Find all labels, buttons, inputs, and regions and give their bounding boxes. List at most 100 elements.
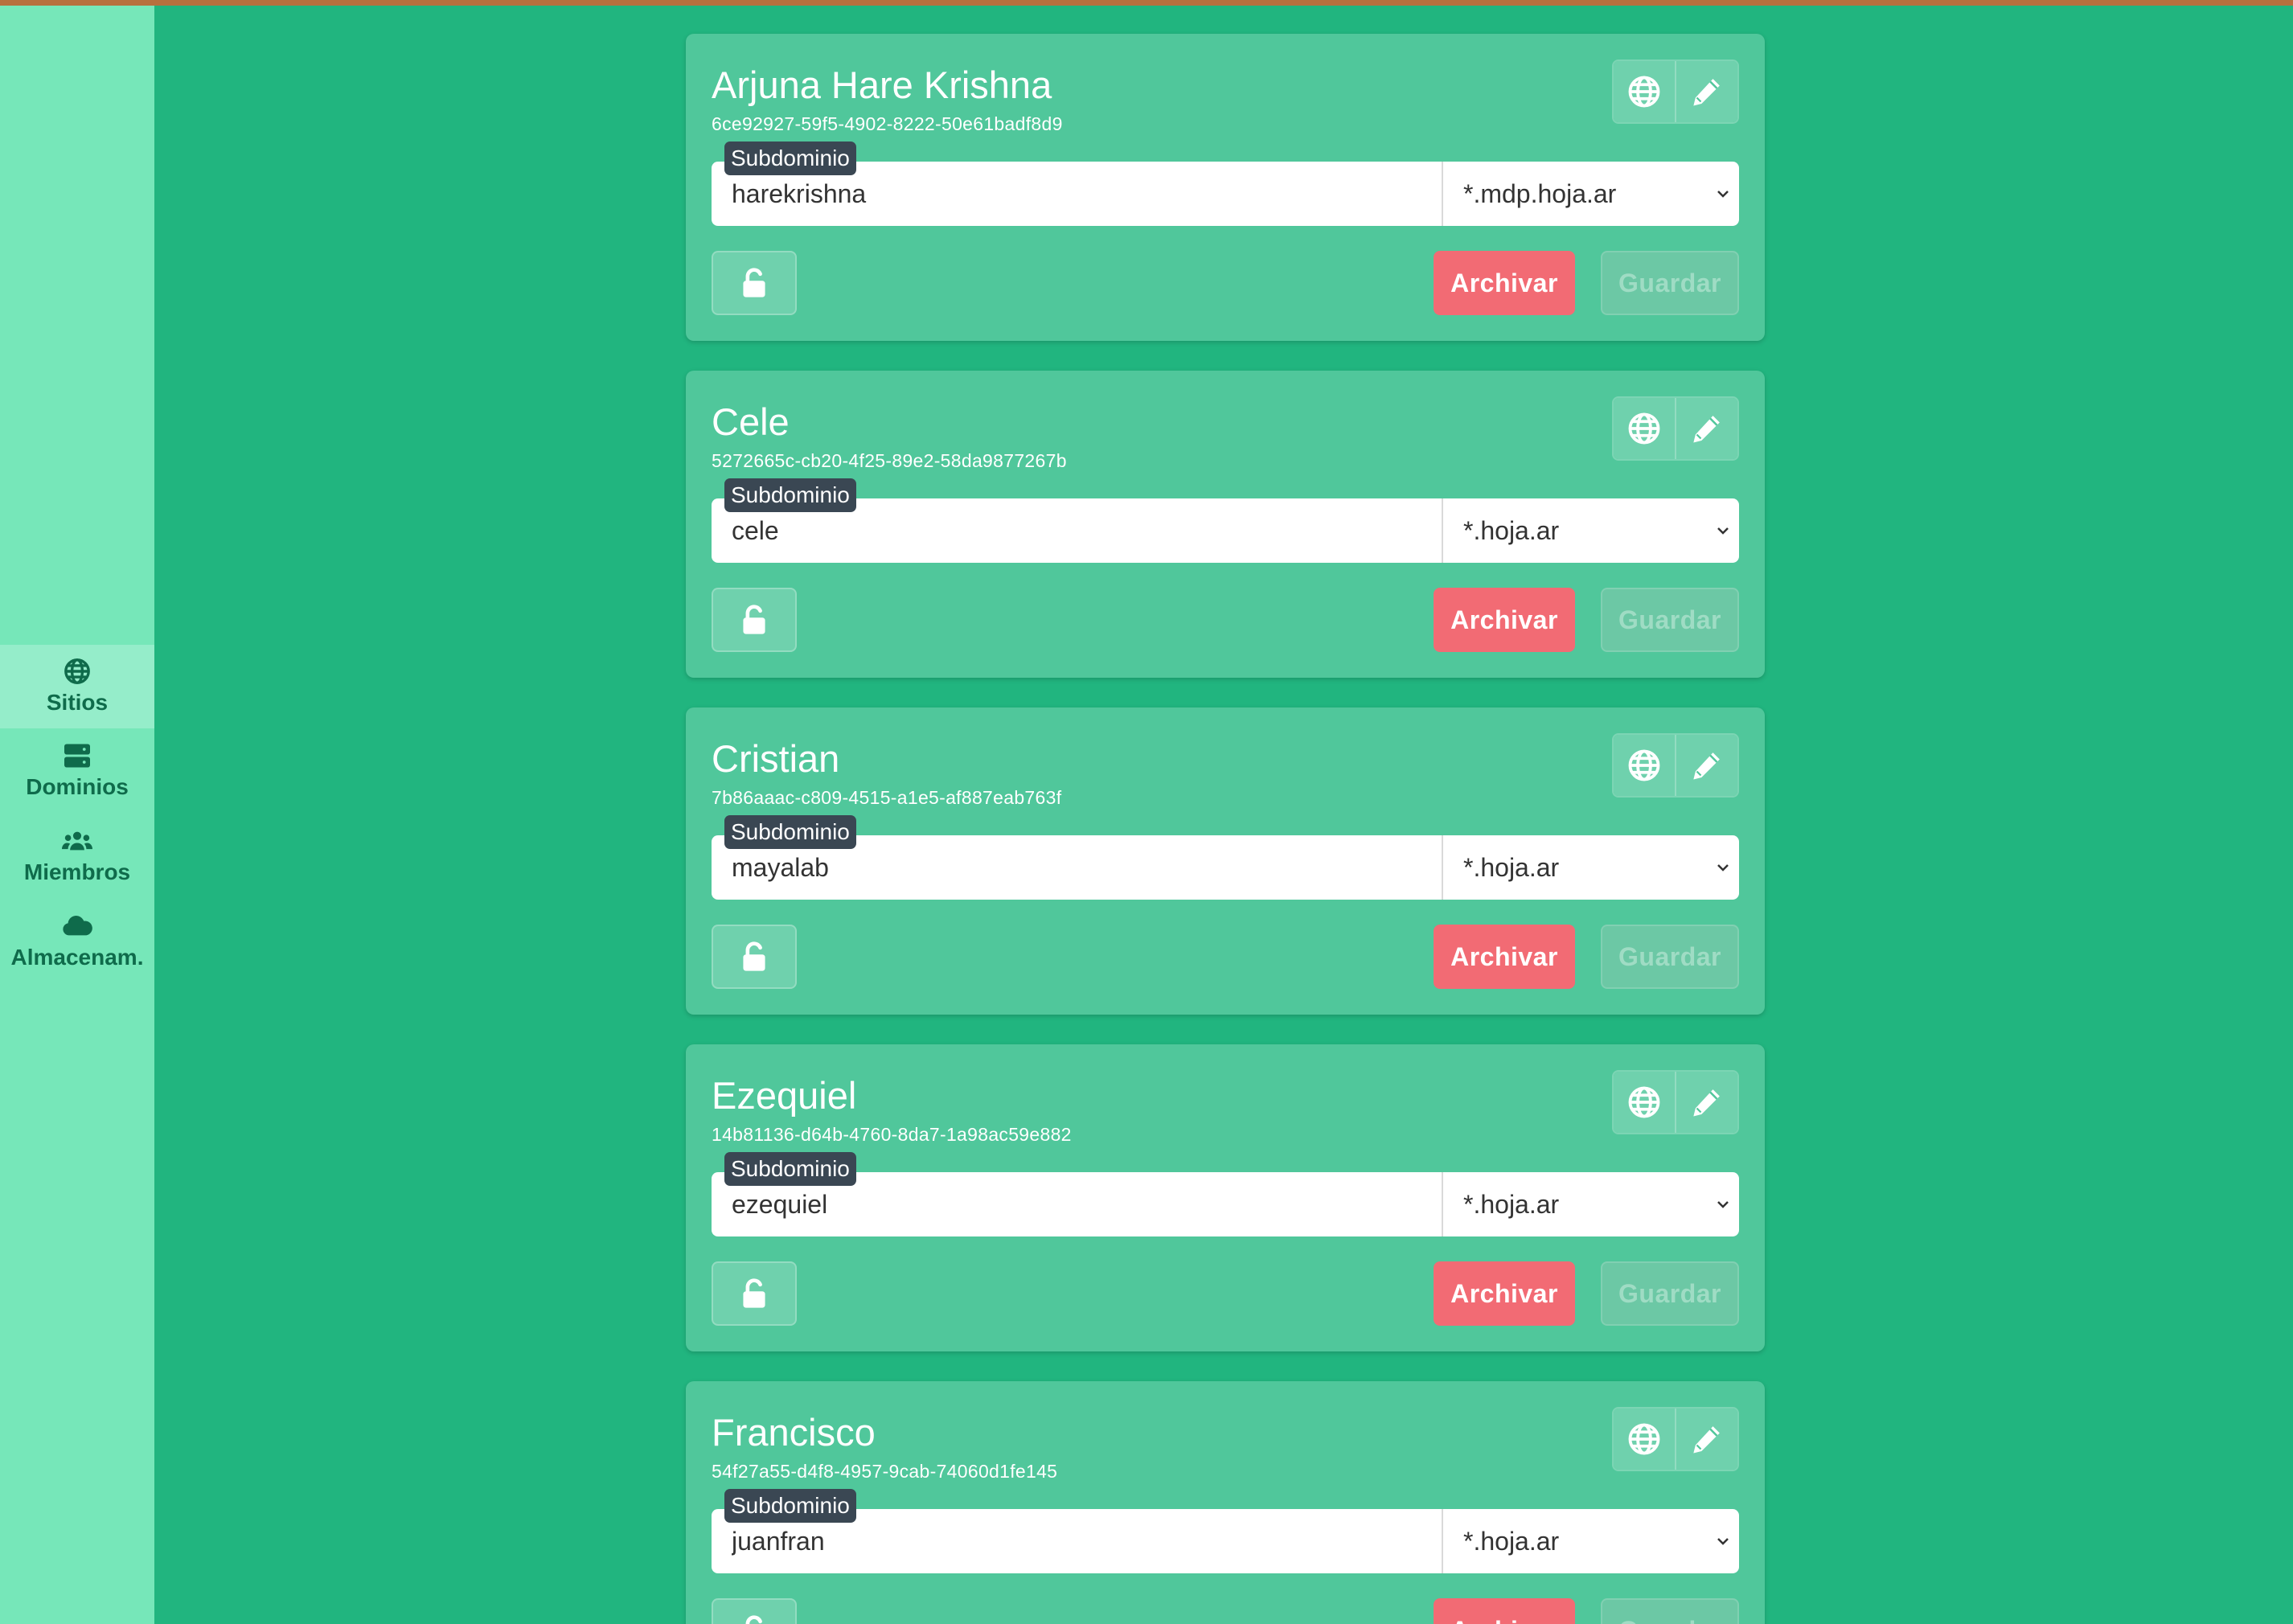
lock-button[interactable] — [712, 588, 797, 652]
domain-select-value: *.hoja.ar — [1463, 515, 1560, 545]
card-actions — [1612, 396, 1739, 461]
archive-button[interactable]: Archivar — [1434, 1261, 1575, 1326]
save-button[interactable]: Guardar — [1601, 588, 1739, 652]
globe-icon — [1628, 412, 1660, 445]
site-id: 54f27a55-d4f8-4957-9cab-74060d1fe145 — [712, 1461, 1058, 1482]
server-icon — [62, 742, 92, 769]
site-name: Cristian — [712, 737, 840, 780]
site-name: Francisco — [712, 1411, 876, 1454]
save-button[interactable]: Guardar — [1601, 251, 1739, 315]
card-actions — [1612, 1407, 1739, 1471]
sidebar-item-label: Miembros — [23, 859, 131, 884]
archive-button[interactable]: Archivar — [1434, 1598, 1575, 1624]
site-id: 6ce92927-59f5-4902-8222-50e61badf8d9 — [712, 113, 1063, 134]
visit-site-button[interactable] — [1614, 61, 1675, 122]
edit-site-button[interactable] — [1675, 61, 1737, 122]
site-id: 14b81136-d64b-4760-8da7-1a98ac59e882 — [712, 1124, 1072, 1145]
unlock-icon — [743, 605, 765, 634]
domain-select[interactable]: *.hoja.ar — [1442, 1172, 1739, 1236]
globe-icon — [1628, 749, 1660, 781]
domain-select-value: *.hoja.ar — [1463, 1526, 1560, 1556]
edit-site-button[interactable] — [1675, 1072, 1737, 1133]
site-name: Cele — [712, 400, 790, 443]
save-button[interactable]: Guardar — [1601, 1261, 1739, 1326]
sites-list: Arjuna Hare Krishna 6ce92927-59f5-4902-8… — [154, 6, 2293, 1624]
subdomain-field-group: *.hoja.ar — [712, 498, 1739, 563]
edit-site-button[interactable] — [1675, 1409, 1737, 1470]
chevron-down-icon — [1717, 1538, 1729, 1545]
sidebar-item-sitios[interactable]: Sitios — [0, 645, 154, 728]
site-card: Francisco 54f27a55-d4f8-4957-9cab-74060d… — [686, 1381, 1765, 1624]
site-name: Arjuna Hare Krishna — [712, 64, 1052, 106]
pencil-icon — [1693, 79, 1720, 106]
subdomain-label: Subdominio — [724, 815, 856, 849]
domain-select-value: *.hoja.ar — [1463, 1189, 1560, 1219]
domain-select-value: *.mdp.hoja.ar — [1463, 178, 1617, 208]
subdomain-label: Subdominio — [724, 141, 856, 175]
site-id: 7b86aaac-c809-4515-a1e5-af887eab763f — [712, 787, 1062, 808]
unlock-icon — [743, 1278, 765, 1308]
card-actions — [1612, 733, 1739, 798]
card-actions — [1612, 59, 1739, 124]
globe-icon — [1628, 1423, 1660, 1455]
lock-button[interactable] — [712, 925, 797, 989]
domain-select[interactable]: *.hoja.ar — [1442, 1509, 1739, 1573]
card-actions — [1612, 1070, 1739, 1134]
chevron-down-icon — [1717, 527, 1729, 535]
sidebar-item-label: Dominios — [26, 774, 129, 799]
sidebar-item-almacenamiento[interactable]: Almacenam. — [0, 900, 154, 983]
lock-button[interactable] — [712, 251, 797, 315]
domain-select[interactable]: *.mdp.hoja.ar — [1442, 162, 1739, 226]
site-name: Ezequiel — [712, 1074, 857, 1117]
sidebar-item-label: Almacenam. — [10, 945, 144, 970]
visit-site-button[interactable] — [1614, 1072, 1675, 1133]
edit-site-button[interactable] — [1675, 735, 1737, 796]
site-card: Ezequiel 14b81136-d64b-4760-8da7-1a98ac5… — [686, 1044, 1765, 1351]
visit-site-button[interactable] — [1614, 398, 1675, 459]
save-button[interactable]: Guardar — [1601, 925, 1739, 989]
lock-button[interactable] — [712, 1598, 797, 1624]
subdomain-label: Subdominio — [724, 1152, 856, 1186]
site-card: Arjuna Hare Krishna 6ce92927-59f5-4902-8… — [686, 34, 1765, 341]
archive-button[interactable]: Archivar — [1434, 251, 1575, 315]
pencil-icon — [1693, 753, 1720, 780]
pencil-icon — [1693, 416, 1720, 443]
save-button[interactable]: Guardar — [1601, 1598, 1739, 1624]
archive-button[interactable]: Archivar — [1434, 588, 1575, 652]
domain-select-value: *.hoja.ar — [1463, 852, 1560, 882]
cloud-icon — [62, 912, 92, 940]
sidebar-item-dominios[interactable]: Dominios — [0, 729, 154, 813]
visit-site-button[interactable] — [1614, 1409, 1675, 1470]
chevron-down-icon — [1717, 191, 1729, 198]
archive-button[interactable]: Archivar — [1434, 925, 1575, 989]
domain-select[interactable]: *.hoja.ar — [1442, 835, 1739, 900]
sidebar-item-miembros[interactable]: Miembros — [0, 814, 154, 898]
visit-site-button[interactable] — [1614, 735, 1675, 796]
unlock-icon — [743, 941, 765, 971]
subdomain-field-group: *.hoja.ar — [712, 1509, 1739, 1573]
subdomain-field-group: *.hoja.ar — [712, 1172, 1739, 1236]
domain-select[interactable]: *.hoja.ar — [1442, 498, 1739, 563]
site-card: Cristian 7b86aaac-c809-4515-a1e5-af887ea… — [686, 707, 1765, 1015]
users-icon — [62, 827, 92, 855]
sidebar: Sitios Dominios Miembros Almacenam. — [0, 6, 154, 1624]
subdomain-field-group: *.mdp.hoja.ar — [712, 162, 1739, 226]
sidebar-item-label: Sitios — [46, 690, 109, 715]
globe-icon — [1628, 76, 1660, 108]
pencil-icon — [1693, 1089, 1720, 1117]
chevron-down-icon — [1717, 1201, 1729, 1208]
app-window: Sitios Dominios Miembros Almacenam. Arju… — [0, 6, 2293, 1624]
site-id: 5272665c-cb20-4f25-89e2-58da9877267b — [712, 450, 1067, 471]
edit-site-button[interactable] — [1675, 398, 1737, 459]
chevron-down-icon — [1717, 864, 1729, 871]
globe-icon — [1628, 1086, 1660, 1118]
globe-icon — [62, 658, 92, 685]
site-card: Cele 5272665c-cb20-4f25-89e2-58da9877267… — [686, 371, 1765, 678]
subdomain-label: Subdominio — [724, 478, 856, 512]
lock-button[interactable] — [712, 1261, 797, 1326]
subdomain-label: Subdominio — [724, 1489, 856, 1523]
unlock-icon — [743, 268, 765, 297]
pencil-icon — [1693, 1426, 1720, 1454]
subdomain-field-group: *.hoja.ar — [712, 835, 1739, 900]
unlock-icon — [745, 1615, 762, 1624]
